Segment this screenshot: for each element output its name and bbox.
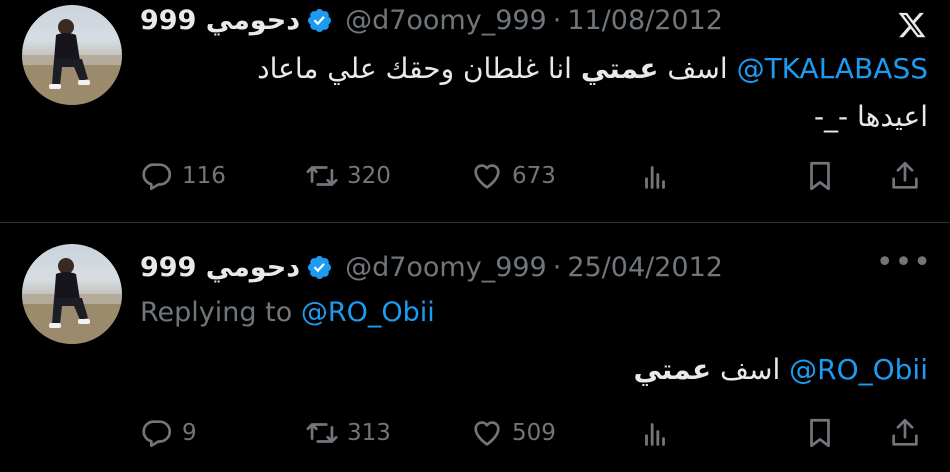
like-button[interactable]: 673 [470, 156, 556, 196]
action-bar: 116 320 673 [140, 156, 928, 196]
x-logo-icon [898, 12, 926, 38]
replying-to-mention[interactable]: @RO_Obii [301, 297, 435, 328]
retweet-button[interactable]: 320 [305, 156, 391, 196]
bookmark-button[interactable] [803, 413, 837, 453]
share-icon [892, 161, 918, 189]
avatar[interactable] [22, 5, 122, 105]
retweet-count: 320 [347, 163, 391, 189]
tweet-text: اسف [658, 52, 737, 85]
separator-dot: · [552, 251, 562, 283]
tweet-text-line-1: @RO_Obii اسف عمتي [633, 353, 928, 386]
replying-to-line: Replying to @RO_Obii [140, 297, 435, 328]
like-button[interactable]: 509 [470, 413, 556, 453]
retweet-button[interactable]: 313 [305, 413, 391, 453]
handle[interactable]: @d7oomy_999 [345, 252, 547, 283]
tweet-text: اسف [711, 353, 790, 386]
avatar-photo-icon [22, 19, 122, 105]
tweet-header: دحومي 999 @d7oomy_999 · 25/04/2012 [140, 247, 723, 287]
tweet-text-bold: عمتي [580, 52, 659, 85]
timestamp[interactable]: 25/04/2012 [567, 252, 723, 283]
reply-count: 116 [182, 163, 226, 189]
action-bar: 9 313 509 [140, 413, 928, 453]
display-name[interactable]: دحومي 999 [140, 252, 300, 283]
timestamp[interactable]: 11/08/2012 [567, 5, 723, 36]
heart-icon [474, 164, 500, 189]
bookmark-icon [810, 161, 830, 191]
reply-button[interactable]: 116 [140, 156, 226, 196]
share-icon [892, 418, 918, 446]
bookmark-button[interactable] [803, 156, 837, 196]
tweet-text-line-2: اعيدها -_- [813, 100, 928, 133]
like-count: 509 [512, 420, 556, 446]
retweet-icon [306, 166, 338, 186]
tweet-1[interactable]: دحومي 999 @d7oomy_999 · 11/08/2012 @TKAL… [0, 0, 950, 222]
tweet-text-bold: عمتي [633, 353, 712, 386]
reply-icon [142, 163, 172, 191]
more-options-icon[interactable]: ••• [876, 248, 932, 278]
tweet-text: انا غلطان وحقك علي ماعاد [257, 52, 581, 85]
avatar[interactable] [22, 244, 122, 344]
avatar-photo-icon [22, 258, 122, 344]
tweet-2[interactable]: دحومي 999 @d7oomy_999 · 25/04/2012 ••• R… [0, 223, 950, 472]
mention-link[interactable]: @RO_Obii [789, 353, 928, 386]
share-button[interactable] [888, 413, 922, 453]
reply-button[interactable]: 9 [140, 413, 197, 453]
handle[interactable]: @d7oomy_999 [345, 5, 547, 36]
tweet-text-line-1: @TKALABASS اسف عمتي انا غلطان وحقك علي م… [257, 52, 928, 85]
analytics-icon [645, 423, 665, 446]
tweet-header: دحومي 999 @d7oomy_999 · 11/08/2012 [140, 0, 723, 40]
retweet-count: 313 [347, 420, 391, 446]
heart-icon [474, 421, 500, 446]
verified-badge-icon [308, 8, 332, 32]
reply-count: 9 [182, 420, 197, 446]
display-name[interactable]: دحومي 999 [140, 5, 300, 36]
reply-icon [142, 420, 172, 448]
separator-dot: · [552, 4, 562, 36]
bookmark-icon [810, 418, 830, 448]
verified-badge-icon [308, 255, 332, 279]
analytics-icon [645, 166, 665, 189]
like-count: 673 [512, 163, 556, 189]
share-button[interactable] [888, 156, 922, 196]
views-button[interactable] [638, 156, 672, 196]
mention-link[interactable]: @TKALABASS [737, 52, 928, 85]
replying-to-label: Replying to [140, 297, 293, 328]
retweet-icon [306, 423, 338, 443]
views-button[interactable] [638, 413, 672, 453]
